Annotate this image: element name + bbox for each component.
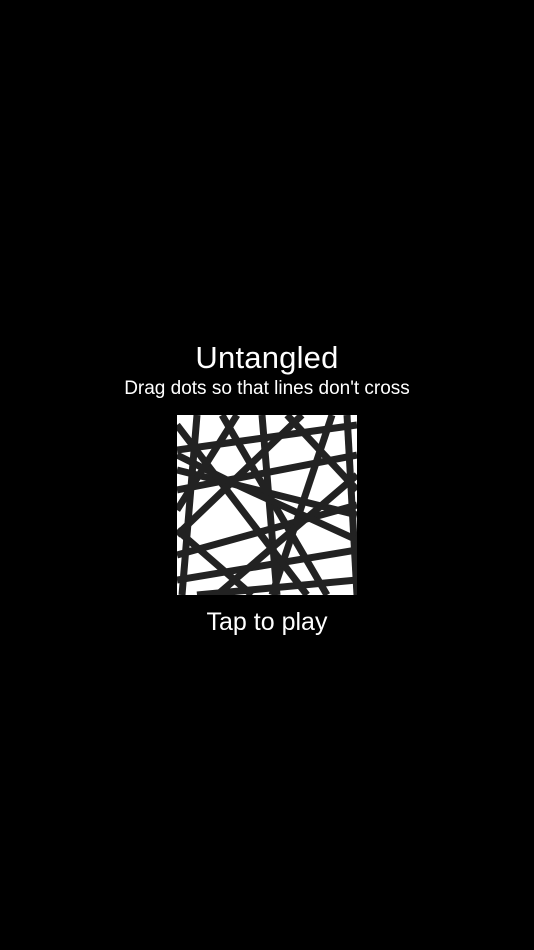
tangle-line [343, 415, 357, 595]
tangled-lines-graphic [177, 415, 357, 595]
tangled-lines-logo[interactable] [177, 415, 357, 595]
tap-to-play-button[interactable]: Tap to play [0, 605, 534, 639]
splash-screen[interactable]: Untangled Drag dots so that lines don't … [0, 0, 534, 950]
game-subtitle: Drag dots so that lines don't cross [124, 378, 410, 399]
game-title: Untangled [195, 340, 339, 375]
